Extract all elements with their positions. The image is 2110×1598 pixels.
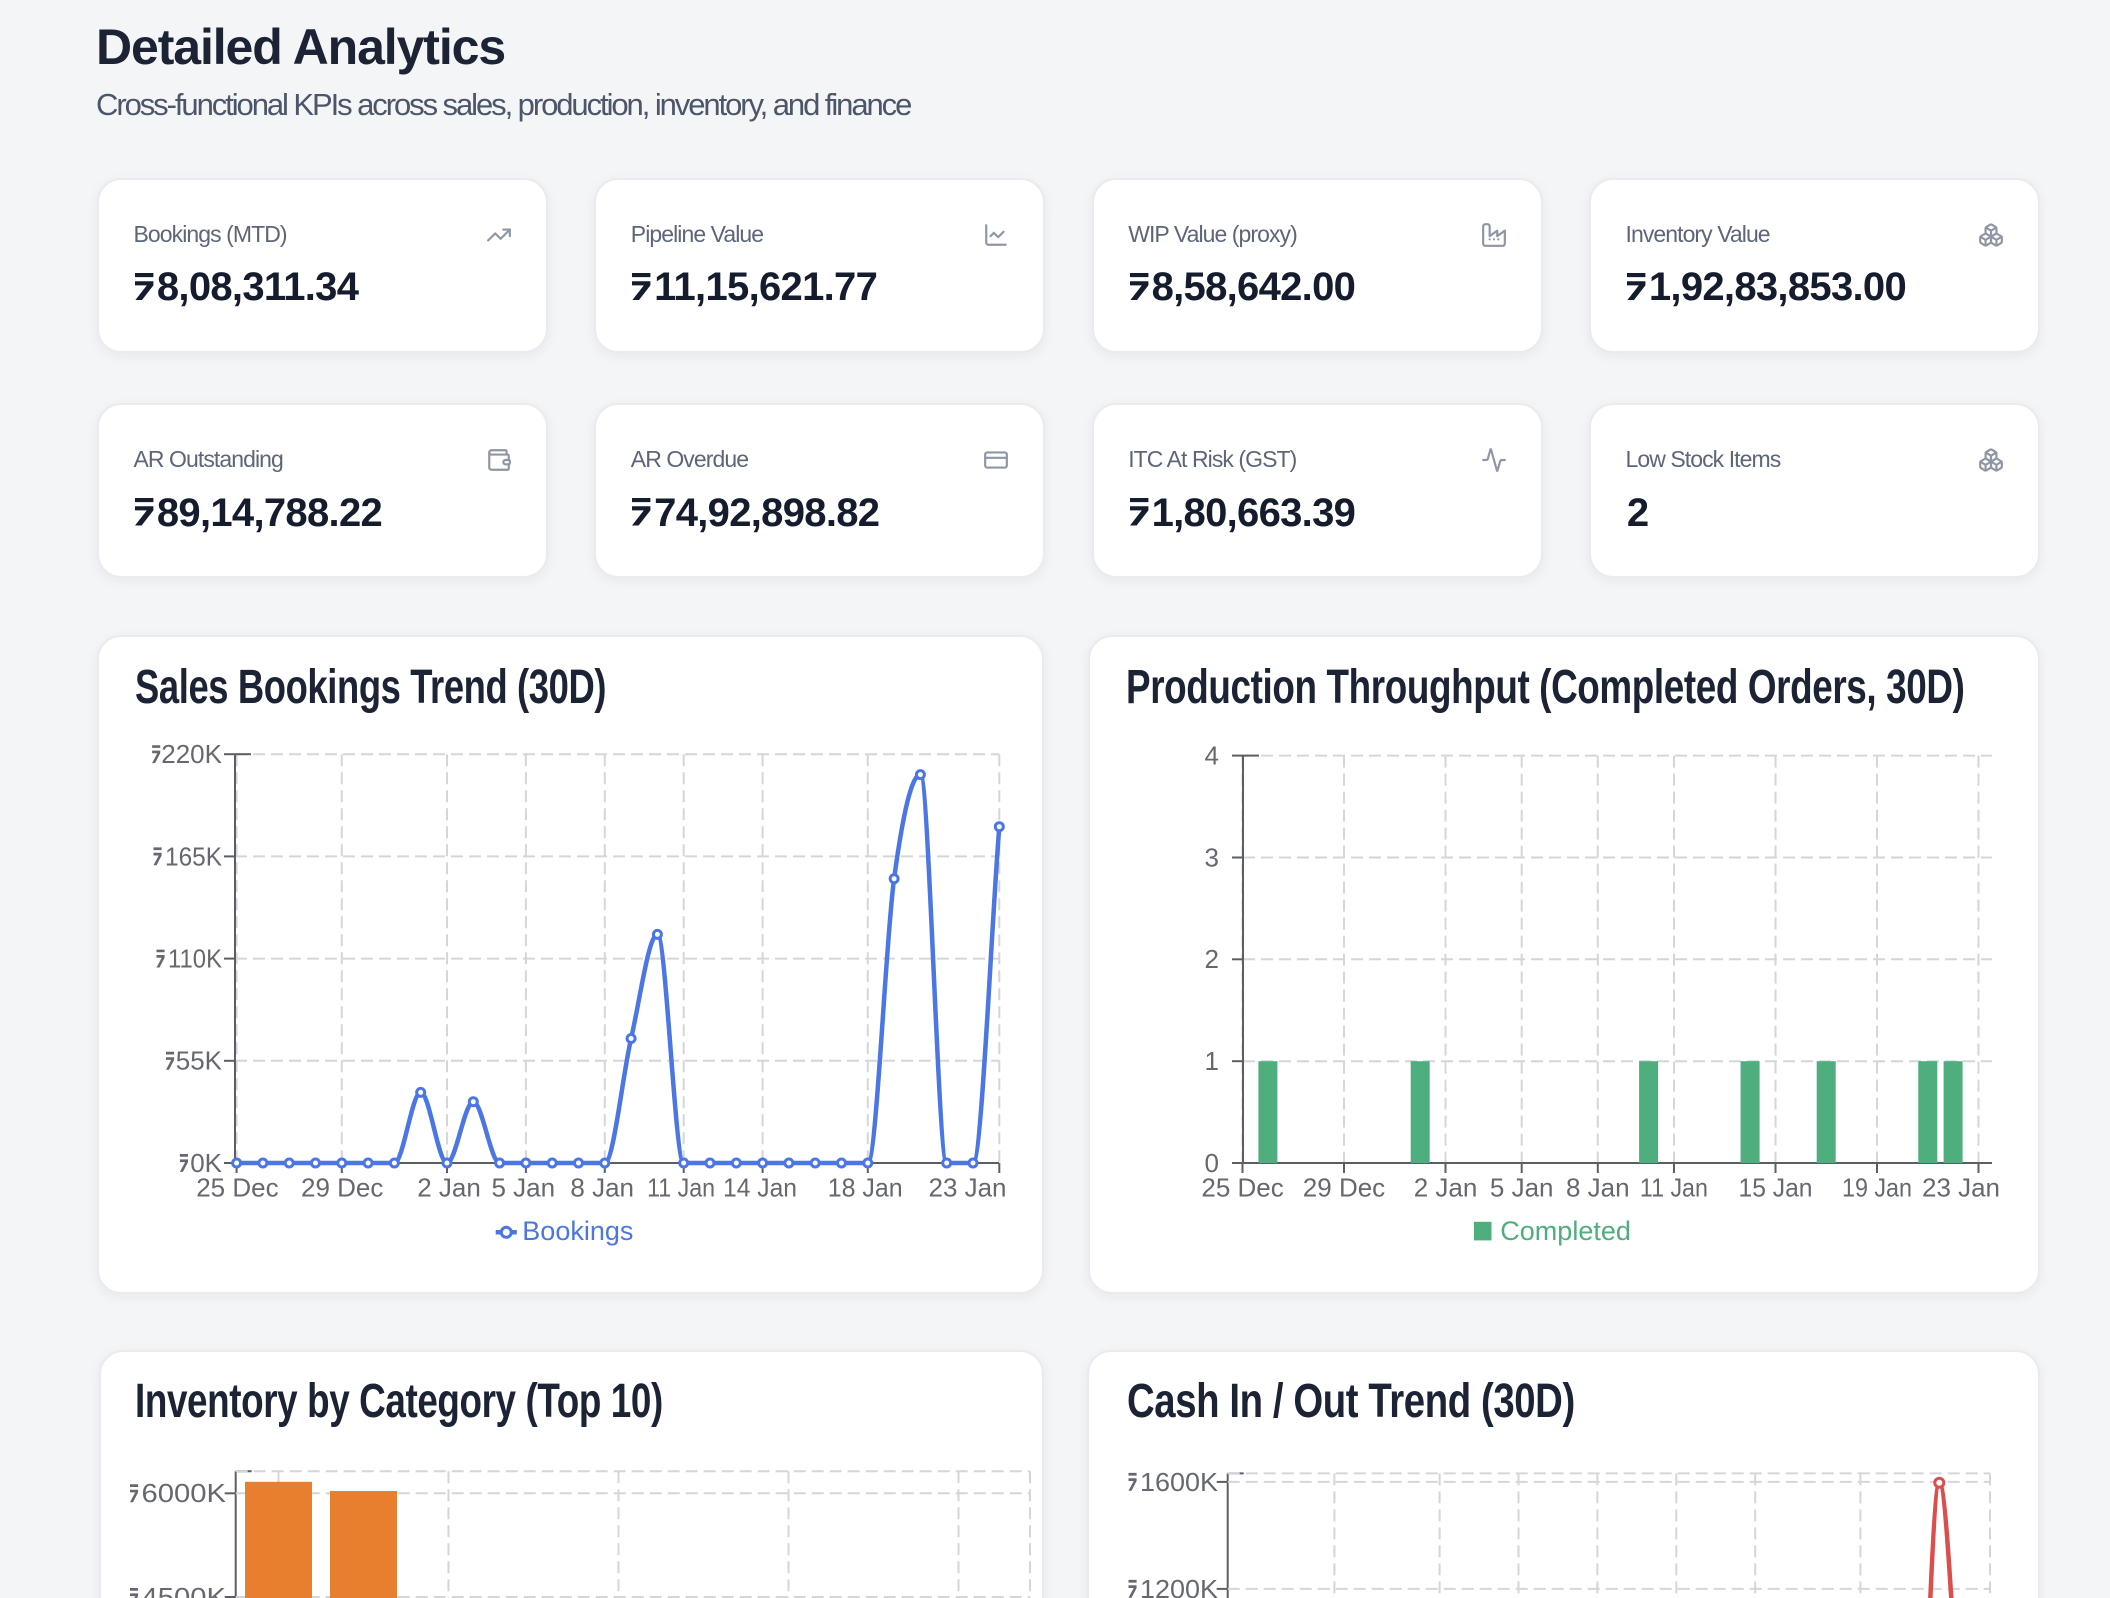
svg-text:18 Jan: 18 Jan bbox=[828, 1172, 903, 1202]
svg-text:2 Jan: 2 Jan bbox=[417, 1172, 481, 1202]
svg-text:23 Jan: 23 Jan bbox=[1922, 1172, 2000, 1202]
svg-text:11 Jan: 11 Jan bbox=[647, 1172, 715, 1202]
svg-text:2: 2 bbox=[1205, 944, 1219, 974]
svg-text:14 Jan: 14 Jan bbox=[723, 1172, 797, 1202]
svg-text:110K: 110K bbox=[168, 944, 223, 974]
svg-text:220K: 220K bbox=[161, 739, 222, 769]
svg-text:4500K: 4500K bbox=[142, 1582, 227, 1598]
svg-text:3: 3 bbox=[1205, 842, 1219, 872]
svg-text:1600K: 1600K bbox=[1140, 1467, 1219, 1497]
svg-text:1: 1 bbox=[1205, 1046, 1219, 1076]
svg-text:2 Jan: 2 Jan bbox=[1414, 1172, 1478, 1202]
svg-text:15 Jan: 15 Jan bbox=[1739, 1172, 1813, 1202]
svg-text:11 Jan: 11 Jan bbox=[1640, 1172, 1708, 1202]
svg-text:25 Dec: 25 Dec bbox=[1201, 1172, 1283, 1202]
svg-text:1200K: 1200K bbox=[1140, 1574, 1219, 1598]
svg-text:25 Dec: 25 Dec bbox=[196, 1172, 278, 1202]
svg-text:5 Jan: 5 Jan bbox=[491, 1172, 555, 1202]
svg-text:Completed: Completed bbox=[1500, 1216, 1631, 1246]
svg-text:Bookings: Bookings bbox=[522, 1216, 633, 1246]
svg-text:23 Jan: 23 Jan bbox=[929, 1172, 1007, 1202]
svg-text:8 Jan: 8 Jan bbox=[1566, 1172, 1630, 1202]
svg-text:55K: 55K bbox=[176, 1046, 223, 1076]
svg-text:6000K: 6000K bbox=[142, 1478, 227, 1508]
svg-text:29 Dec: 29 Dec bbox=[301, 1172, 383, 1202]
svg-text:19 Jan: 19 Jan bbox=[1842, 1172, 1912, 1202]
svg-text:165K: 165K bbox=[165, 841, 223, 871]
svg-text:29 Dec: 29 Dec bbox=[1303, 1172, 1385, 1202]
svg-text:5 Jan: 5 Jan bbox=[1490, 1172, 1554, 1202]
svg-text:8 Jan: 8 Jan bbox=[570, 1172, 634, 1202]
svg-text:4: 4 bbox=[1205, 741, 1219, 771]
